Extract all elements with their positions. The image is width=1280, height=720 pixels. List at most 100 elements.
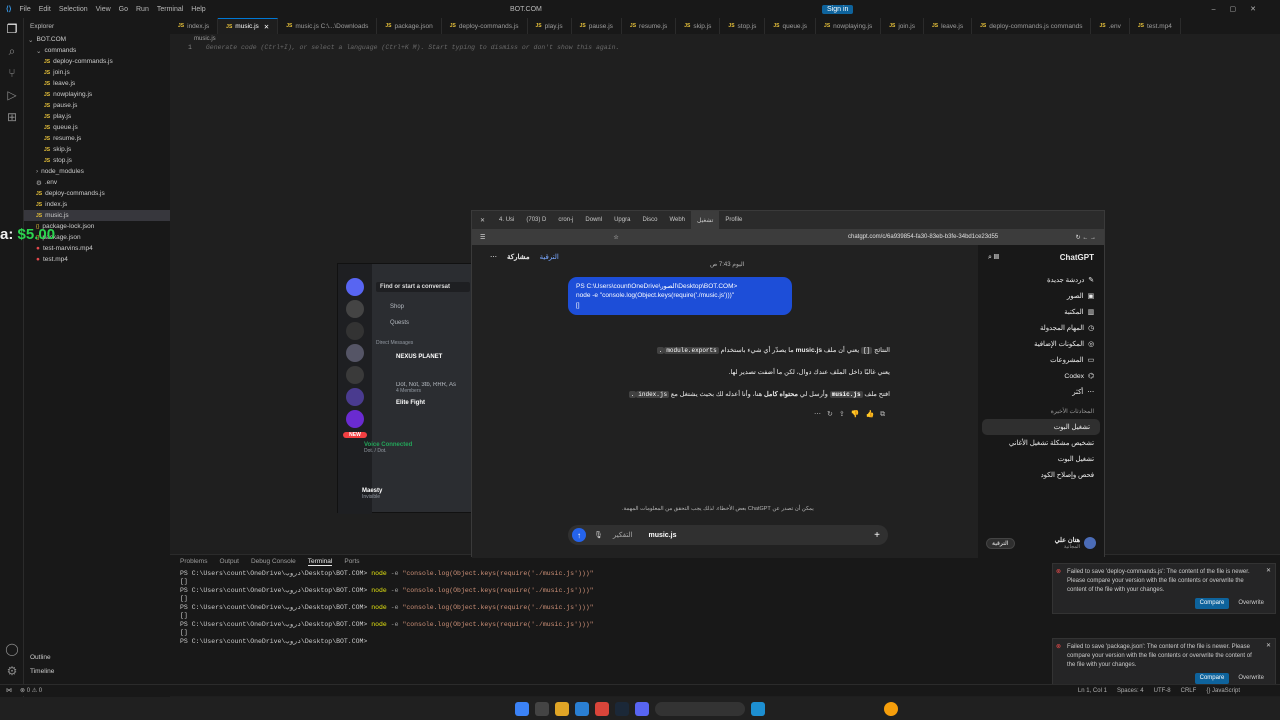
upgrade-button[interactable]: الترقية [986, 537, 1015, 549]
tree-item[interactable]: JS nowplaying.js [24, 89, 170, 100]
compare-button[interactable]: Compare [1194, 598, 1230, 609]
tree-item[interactable]: ⌄ BOT.COM [24, 34, 170, 45]
tree-item[interactable]: ⌄ commands [24, 45, 170, 56]
browser-tab[interactable]: cron-j [552, 217, 579, 223]
edge-app-icon[interactable] [751, 701, 765, 716]
menu-item-help[interactable]: Help [191, 6, 205, 13]
tree-item[interactable]: JS pause.js [24, 100, 170, 111]
panel-tab-ports[interactable]: Ports [344, 558, 359, 566]
editor-tab[interactable]: JS pause.js [572, 18, 622, 34]
server-icon[interactable] [346, 322, 364, 340]
browser-tab[interactable]: (703) D [520, 217, 552, 223]
editor-tab[interactable]: JS music.js ✕ [218, 18, 279, 34]
discord-app-icon[interactable] [635, 701, 649, 716]
editor-tab[interactable]: JS leave.js [924, 18, 973, 34]
composer-input[interactable]: music.js [648, 532, 676, 539]
chrome-app-icon[interactable] [595, 701, 609, 716]
tree-item[interactable]: ● test-marvins.mp4 [24, 243, 170, 254]
account-icon[interactable]: ◯ [0, 638, 24, 660]
tree-item[interactable]: JS music.js [24, 210, 170, 221]
discord-home-icon[interactable] [346, 278, 364, 296]
panel-tab-output[interactable]: Output [219, 558, 239, 566]
editor-tab[interactable]: JS deploy-commands.js [442, 18, 528, 34]
share-button[interactable]: مشاركة [507, 253, 530, 261]
tree-item[interactable]: ⚙ .env [24, 177, 170, 188]
editor-tab[interactable]: JS music.js C:\...\Downloads [278, 18, 378, 34]
editor-tab[interactable]: JS index.js [170, 18, 219, 34]
close-notification-icon[interactable]: ✕ [1266, 642, 1271, 651]
source-control-icon[interactable]: ⑂ [0, 62, 24, 84]
recent-chat-item[interactable]: تشغيل البوت [978, 451, 1104, 467]
shop-link[interactable]: Shop [376, 304, 470, 310]
menu-item-selection[interactable]: Selection [59, 6, 88, 13]
tree-item[interactable]: JS index.js [24, 199, 170, 210]
tree-item[interactable]: ● test.mp4 [24, 254, 170, 265]
close-tab-icon[interactable]: ✕ [264, 23, 269, 31]
tree-item[interactable]: JS deploy-commands.js [24, 188, 170, 199]
browser-tab[interactable]: تشغيل [691, 211, 720, 229]
url-field[interactable]: chatgpt.com/c/6a939854-fa30-83eb-b3fe-34… [848, 234, 998, 240]
run-debug-icon[interactable]: ▷ [0, 84, 24, 106]
recent-chat-item[interactable]: تشخيص مشكلة تشغيل الأغاني [978, 435, 1104, 451]
server-icon[interactable] [346, 300, 364, 318]
browser-tab[interactable]: Upgra [608, 217, 636, 223]
terminal-app-icon[interactable] [535, 701, 549, 716]
menu-item-view[interactable]: View [96, 6, 111, 13]
tree-item[interactable]: JS play.js [24, 111, 170, 122]
status-item[interactable]: Ln 1, Col 1 [1078, 688, 1107, 694]
browser-tab[interactable]: Profile [719, 217, 748, 223]
recent-chat-item[interactable]: تشغيل البوت [982, 419, 1100, 435]
editor-tab[interactable]: JS join.js [881, 18, 924, 34]
editor-tab[interactable]: JS .env [1091, 18, 1130, 34]
tree-item[interactable]: JS stop.js [24, 155, 170, 166]
sidebar-nav-item[interactable]: ◎ المكونات الإضافية [978, 336, 1104, 352]
sidebar-nav-item[interactable]: ✎ دردشة جديدة [978, 272, 1104, 288]
weather-icon[interactable] [884, 701, 898, 716]
account-area[interactable]: هتان علي المجانية الترقية [986, 536, 1096, 550]
breadcrumb[interactable]: music.js [170, 34, 1280, 44]
dm-item[interactable]: NEXUS PLANET [376, 354, 470, 360]
tree-item[interactable]: JS join.js [24, 67, 170, 78]
find-conversation-input[interactable]: Find or start a conversat [376, 282, 470, 292]
menu-item-terminal[interactable]: Terminal [157, 6, 183, 13]
status-item[interactable]: UTF-8 [1154, 688, 1171, 694]
editor-tab[interactable]: JS package.json [377, 18, 442, 34]
message-actions[interactable]: ⋯↻⇪👎👍⧉ [814, 410, 891, 419]
more-options-icon[interactable]: ⋯ [490, 253, 497, 261]
tree-item[interactable]: JS deploy-commands.js [24, 56, 170, 67]
problems-status[interactable]: ⊗ 0 ⚠ 0 [20, 687, 42, 694]
sidebar-nav-item[interactable]: ⌬ Codex [978, 368, 1104, 384]
dm-item[interactable]: Elite Fight [376, 400, 470, 406]
tree-item[interactable]: › node_modules [24, 166, 170, 177]
menu-item-file[interactable]: File [19, 6, 30, 13]
panel-tab-terminal[interactable]: Terminal [307, 558, 333, 566]
close-window-icon[interactable]: ✕ [480, 217, 485, 224]
status-item[interactable]: Spaces: 4 [1117, 688, 1144, 694]
mic-icon[interactable]: 🎙 [594, 531, 603, 539]
tree-item[interactable]: JS queue.js [24, 122, 170, 133]
status-item[interactable]: CRLF [1181, 688, 1197, 694]
server-icon[interactable] [346, 366, 364, 384]
menu-item-edit[interactable]: Edit [39, 6, 51, 13]
explorer-icon[interactable]: ❐ [0, 18, 24, 40]
browser-tab[interactable]: Downl [579, 217, 608, 223]
tree-item[interactable]: JS leave.js [24, 78, 170, 89]
editor-tab[interactable]: JS skip.js [676, 18, 721, 34]
tree-item[interactable]: JS resume.js [24, 133, 170, 144]
overwrite-button[interactable]: Overwrite [1233, 673, 1269, 684]
send-button[interactable]: ↑ [572, 528, 586, 542]
add-attachment-icon[interactable]: + [874, 530, 880, 541]
sign-in-button[interactable]: Sign in [822, 4, 854, 14]
browser-tab[interactable]: Webh [663, 217, 691, 223]
editor-tab[interactable]: JS queue.js [765, 18, 817, 34]
overwrite-button[interactable]: Overwrite [1233, 598, 1269, 609]
compare-button[interactable]: Compare [1194, 673, 1230, 684]
editor-tab[interactable]: JS resume.js [622, 18, 677, 34]
status-item[interactable]: {} JavaScript [1206, 688, 1240, 694]
tree-item[interactable]: JS skip.js [24, 144, 170, 155]
close-notification-icon[interactable]: ✕ [1266, 567, 1271, 576]
editor-tab[interactable]: JS deploy-commands.js commands [972, 18, 1092, 34]
browser-tab[interactable]: 4. Usi [493, 217, 520, 223]
sidebar-nav-item[interactable]: ▥ المكتبة [978, 304, 1104, 320]
panel-tab-problems[interactable]: Problems [180, 558, 207, 566]
